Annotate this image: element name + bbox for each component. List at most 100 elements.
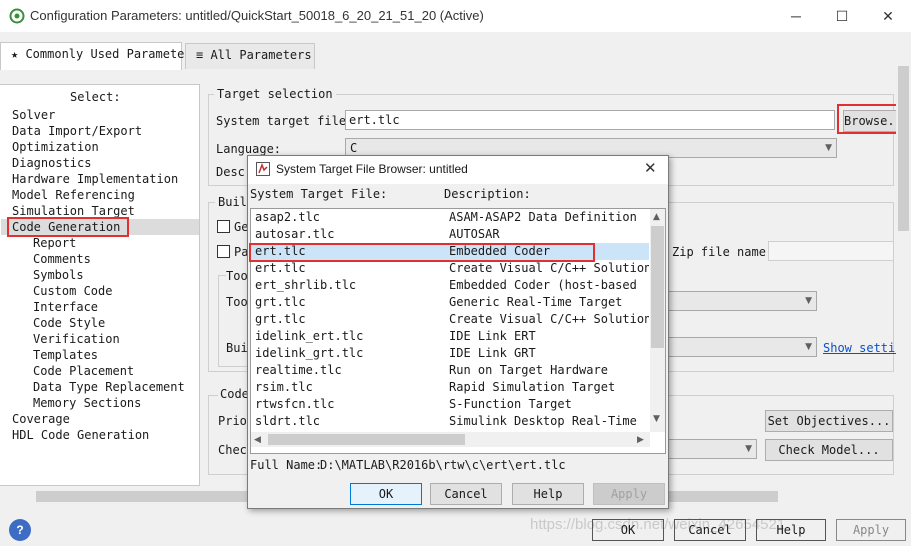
scroll-down-icon[interactable]: ▼ (653, 414, 660, 424)
column-header-file: System Target File: (250, 187, 388, 201)
list-row[interactable]: realtime.tlc Run on Target Hardware (253, 362, 649, 379)
row-description: Create Visual C/C++ Solution (449, 312, 649, 326)
column-header-description: Description: (444, 187, 531, 201)
tree-item-memory-sections[interactable]: Memory Sections (33, 396, 141, 410)
list-row[interactable]: ert_shrlib.tlc Embedded Coder (host-based (253, 277, 649, 294)
list-icon: ≡ (196, 48, 211, 62)
list-row[interactable]: asap2.tlc ASAM-ASAP2 Data Definition (253, 209, 649, 226)
chevron-down-icon: ▼ (805, 342, 812, 352)
ert-row-highlight-box (249, 243, 595, 262)
row-file: sldrt.tlc (255, 414, 321, 428)
list-row[interactable]: grt.tlc Create Visual C/C++ Solution (253, 311, 649, 328)
tree-header: Select: (70, 90, 121, 104)
tree-item-diagnostics[interactable]: Diagnostics (12, 156, 91, 170)
chevron-down-icon: ▼ (825, 143, 832, 153)
dialog-ok-button[interactable]: OK (350, 483, 422, 505)
set-objectives-button[interactable]: Set Objectives... (765, 410, 893, 432)
cancel-button[interactable]: Cancel (674, 519, 746, 541)
list-row[interactable]: sldrt.tlc Simulink Desktop Real-Time (253, 413, 649, 430)
tab-all-parameters[interactable]: ≡ All Parameters (185, 43, 315, 69)
row-file: autosar.tlc (255, 227, 335, 241)
tree-item-symbols[interactable]: Symbols (33, 268, 84, 282)
list-row[interactable]: idelink_grt.tlc IDE Link GRT (253, 345, 649, 362)
tree-item-code-style[interactable]: Code Style (33, 316, 105, 330)
tree-item-coverage[interactable]: Coverage (12, 412, 70, 426)
ok-button[interactable]: OK (592, 519, 664, 541)
tree-item-interface[interactable]: Interface (33, 300, 98, 314)
tab-all-parameters-label: All Parameters (210, 48, 312, 62)
tree-item-verification[interactable]: Verification (33, 332, 120, 346)
scroll-left-icon[interactable]: ◀ (254, 435, 261, 445)
row-description: Embedded Coder (host-based (449, 278, 637, 292)
package-code-checkbox[interactable] (217, 245, 230, 258)
dialog-title: System Target File Browser: untitled (276, 162, 468, 176)
check-model-button[interactable]: Check Model... (765, 439, 893, 461)
scroll-up-icon[interactable]: ▲ (653, 212, 660, 222)
full-name-value: D:\MATLAB\R2016b\rtw\c\ert\ert.tlc (320, 458, 566, 472)
tree-item-data-type-replacement[interactable]: Data Type Replacement (33, 380, 185, 394)
tab-commonly-used-label: Commonly Used Parameters (25, 47, 199, 61)
row-file: idelink_grt.tlc (255, 346, 364, 360)
dialog-cancel-button[interactable]: Cancel (430, 483, 502, 505)
maximize-button[interactable]: ☐ (819, 0, 865, 32)
list-row[interactable]: rsim.tlc Rapid Simulation Target (253, 379, 649, 396)
help-icon[interactable]: ? (9, 519, 31, 541)
list-row[interactable]: rtwsfcn.tlc S-Function Target (253, 396, 649, 413)
tree-item-code-placement[interactable]: Code Placement (33, 364, 134, 378)
tree-item-solver[interactable]: Solver (12, 108, 55, 122)
row-description: IDE Link GRT (449, 346, 536, 360)
row-file: grt.tlc (255, 295, 306, 309)
scroll-right-icon[interactable]: ▶ (637, 435, 644, 445)
check-model-dropdown[interactable]: ▼ (668, 439, 757, 459)
main-vertical-scroll-thumb[interactable] (898, 66, 909, 231)
list-row[interactable]: grt.tlc Generic Real-Time Target (253, 294, 649, 311)
tree-item-simulation-target[interactable]: Simulation Target (12, 204, 135, 218)
minimize-button[interactable]: ─ (773, 0, 819, 32)
tab-commonly-used[interactable]: ★ Commonly Used Parameters (0, 42, 199, 70)
browse-highlight-box (837, 104, 901, 134)
simulink-app-icon (9, 8, 25, 24)
apply-button[interactable]: Apply (836, 519, 906, 541)
language-label: Language: (216, 142, 282, 156)
row-file: grt.tlc (255, 312, 306, 326)
full-name-label: Full Name: (250, 458, 323, 472)
zip-file-name-label: Zip file name: (672, 245, 774, 259)
dialog-help-button[interactable]: Help (512, 483, 584, 505)
list-row[interactable]: ert.tlc Create Visual C/C++ Solution (253, 260, 649, 277)
tree-item-templates[interactable]: Templates (33, 348, 98, 362)
code-objectives-title: Code (218, 387, 251, 401)
build-configuration-label: Bui (226, 341, 248, 355)
tree-item-data-import-export[interactable]: Data Import/Export (12, 124, 142, 138)
dialog-close-icon[interactable]: ✕ (644, 159, 657, 177)
row-file: ert_shrlib.tlc (255, 278, 357, 292)
chevron-down-icon: ▼ (745, 444, 752, 454)
help-button[interactable]: Help (756, 519, 826, 541)
tree-item-custom-code[interactable]: Custom Code (33, 284, 112, 298)
dialog-vertical-scroll-thumb[interactable] (651, 226, 664, 348)
tree-item-hardware-implementation[interactable]: Hardware Implementation (12, 172, 178, 186)
tree-item-optimization[interactable]: Optimization (12, 140, 99, 154)
tree-item-hdl-code-generation[interactable]: HDL Code Generation (12, 428, 149, 442)
list-row[interactable]: idelink_ert.tlc IDE Link ERT (253, 328, 649, 345)
build-configuration-dropdown[interactable]: ▼ (668, 337, 817, 357)
show-settings-link[interactable]: Show settin (823, 341, 902, 355)
target-selection-title: Target selection (214, 87, 336, 101)
system-target-file-input[interactable]: ert.tlc (345, 110, 835, 130)
window-title: Configuration Parameters: untitled/Quick… (30, 8, 484, 23)
row-description: Generic Real-Time Target (449, 295, 623, 309)
tree-item-report[interactable]: Report (33, 236, 76, 250)
dialog-horizontal-scroll-thumb[interactable] (268, 434, 465, 445)
prioritized-objectives-label: Prio (218, 414, 247, 428)
dialog-app-icon (256, 162, 270, 176)
list-row[interactable]: autosar.tlc AUTOSAR (253, 226, 649, 243)
tree-item-comments[interactable]: Comments (33, 252, 91, 266)
row-description: S-Function Target (449, 397, 572, 411)
generate-code-only-checkbox[interactable] (217, 220, 230, 233)
dialog-apply-button[interactable]: Apply (593, 483, 665, 505)
tree-item-model-referencing[interactable]: Model Referencing (12, 188, 135, 202)
close-window-button[interactable]: ✕ (865, 0, 911, 32)
language-value: C (350, 141, 358, 155)
code-generation-highlight-box (7, 217, 129, 237)
toolchain-dropdown[interactable]: ▼ (668, 291, 817, 311)
zip-file-name-input[interactable] (768, 241, 894, 261)
